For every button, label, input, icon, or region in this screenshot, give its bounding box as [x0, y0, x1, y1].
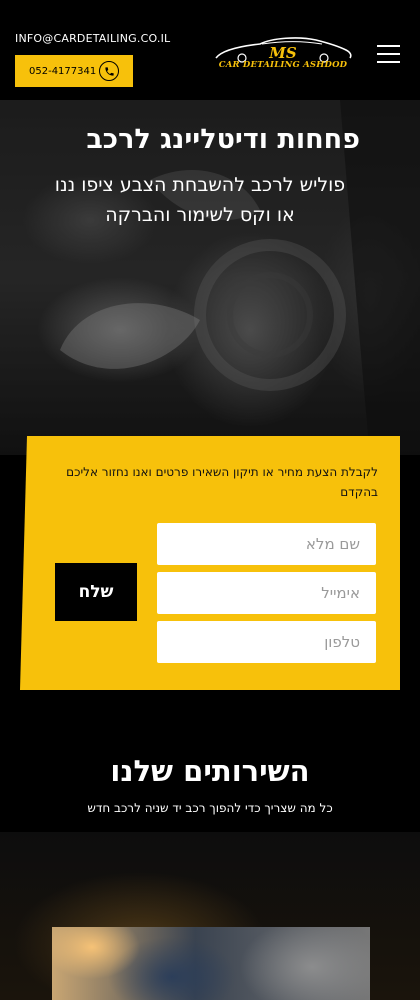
- hero-title: פחחות ודיטליינג לרכב: [86, 124, 360, 155]
- menu-icon[interactable]: [377, 45, 400, 63]
- submit-button[interactable]: שלח: [55, 563, 137, 621]
- service-card-image[interactable]: [52, 927, 370, 1000]
- form-note: לקבלת הצעת מחיר או תיקון השאירו פרטים וא…: [66, 465, 378, 499]
- phone-icon: [99, 61, 119, 81]
- services-section: השירותים שלנו כל מה שצריך כדי להפוך רכב …: [20, 710, 400, 832]
- phone-input[interactable]: טלפון: [157, 621, 376, 663]
- contact-form: לקבלת הצעת מחיר או תיקון השאירו פרטים וא…: [20, 436, 400, 690]
- phone-number: 052-4177341: [29, 65, 97, 77]
- email-input[interactable]: אימייל: [157, 572, 376, 614]
- phone-button[interactable]: 052-4177341: [15, 55, 133, 87]
- email-link[interactable]: INFO@CARDETAILING.CO.IL: [15, 32, 170, 45]
- site-header: INFO@CARDETAILING.CO.IL 052-4177341 MS C…: [0, 0, 420, 100]
- hero-section: פחחות ודיטליינג לרכב פוליש לרכב להשבחת ה…: [0, 100, 420, 455]
- hero-subtitle: פוליש לרכב להשבחת הצבע ציפו ננו או וקס ל…: [54, 174, 346, 226]
- logo[interactable]: MS CAR DETAILING ASHDOD: [212, 34, 354, 74]
- name-input[interactable]: שם מלא: [157, 523, 376, 565]
- services-subtitle: כל מה שצריך כדי להפוך רכב יד שניה לרכב ח…: [87, 801, 333, 815]
- services-title: השירותים שלנו: [110, 754, 310, 788]
- logo-name: CAR DETAILING ASHDOD: [218, 60, 348, 70]
